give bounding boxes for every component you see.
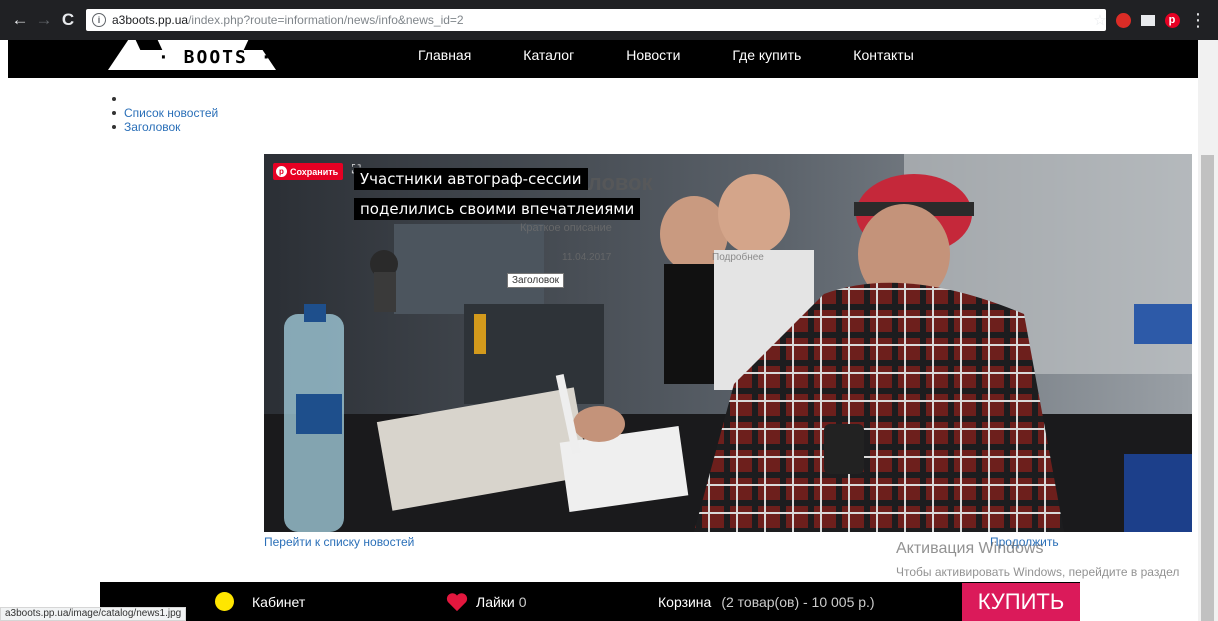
image-tooltip: Заголовок	[507, 273, 565, 288]
breadcrumb-current-link[interactable]: Заголовок	[124, 120, 180, 134]
main-nav: Главная Каталог Новости Где купить Конта…	[418, 40, 966, 70]
likes-count: 0	[518, 593, 527, 610]
heart-icon	[446, 592, 468, 611]
nav-catalog[interactable]: Каталог	[523, 47, 574, 63]
watermark-title: Активация Windows	[896, 540, 1044, 557]
likes-label: Лайки	[476, 593, 515, 610]
buy-button[interactable]: КУПИТЬ	[962, 583, 1080, 621]
image-caption-line-2: поделились своими впечатлеиями	[354, 198, 641, 220]
cart-label: Корзина	[658, 593, 712, 610]
cabinet-link[interactable]: Кабинет	[215, 582, 305, 621]
nav-news[interactable]: Новости	[626, 47, 680, 63]
nav-contacts[interactable]: Контакты	[853, 47, 913, 63]
forward-button[interactable]: →	[32, 0, 56, 40]
back-to-news-link[interactable]: Перейти к списку новостей	[264, 535, 414, 549]
cart-link[interactable]: Корзина (2 товар(ов) - 10 005 р.)	[658, 582, 875, 621]
url-host: a3boots.pp.ua	[112, 13, 189, 27]
news-more-link[interactable]: Подробнее	[712, 252, 764, 263]
pinterest-icon: p	[276, 166, 287, 177]
cabinet-label: Кабинет	[252, 593, 306, 610]
scrollbar-thumb[interactable]	[1201, 155, 1214, 621]
news-subtitle: Краткое описание	[520, 222, 612, 234]
site-header: · BOOTS · Главная Каталог Новости Где ку…	[8, 40, 1198, 78]
bookmark-star-icon[interactable]: ☆	[1090, 10, 1110, 30]
news-date: 11.04.2017	[562, 252, 612, 263]
cart-summary: (2 товар(ов) - 10 005 р.)	[721, 593, 875, 610]
breadcrumb-item: Заголовок	[110, 120, 218, 134]
extension-red-icon[interactable]	[1113, 10, 1133, 30]
breadcrumb-item: Список новостей	[110, 106, 218, 120]
url-path: /index.php?route=information/news/info&n…	[188, 13, 464, 27]
pinterest-extension-icon[interactable]: p	[1162, 10, 1182, 30]
logo-text: · BOOTS ·	[158, 47, 274, 68]
status-bar-url: a3boots.pp.ua/image/catalog/news1.jpg	[0, 607, 187, 621]
address-bar[interactable]: i a3boots.pp.ua /index.php?route=informa…	[86, 9, 1106, 31]
extension-window-icon[interactable]	[1138, 10, 1158, 30]
nav-where-to-buy[interactable]: Где купить	[732, 47, 801, 63]
breadcrumb-home[interactable]	[110, 92, 218, 106]
reload-button[interactable]: C	[56, 0, 80, 40]
browser-menu-icon[interactable]: ⋮	[1188, 10, 1208, 30]
cabinet-icon	[215, 592, 234, 611]
pinterest-save-button[interactable]: p Сохранить	[273, 163, 344, 180]
back-button[interactable]: ←	[8, 0, 32, 40]
image-caption-line-1: Участники автограф-сессии	[354, 168, 588, 190]
nav-home[interactable]: Главная	[418, 47, 471, 63]
breadcrumb: Список новостей Заголовок	[110, 92, 218, 134]
bottom-bar: Кабинет Лайки 0 Корзина (2 товар(ов) - 1…	[100, 582, 1080, 621]
info-icon[interactable]: i	[92, 13, 106, 27]
likes-link[interactable]: Лайки 0	[446, 582, 527, 621]
breadcrumb-news-list-link[interactable]: Список новостей	[124, 106, 218, 120]
